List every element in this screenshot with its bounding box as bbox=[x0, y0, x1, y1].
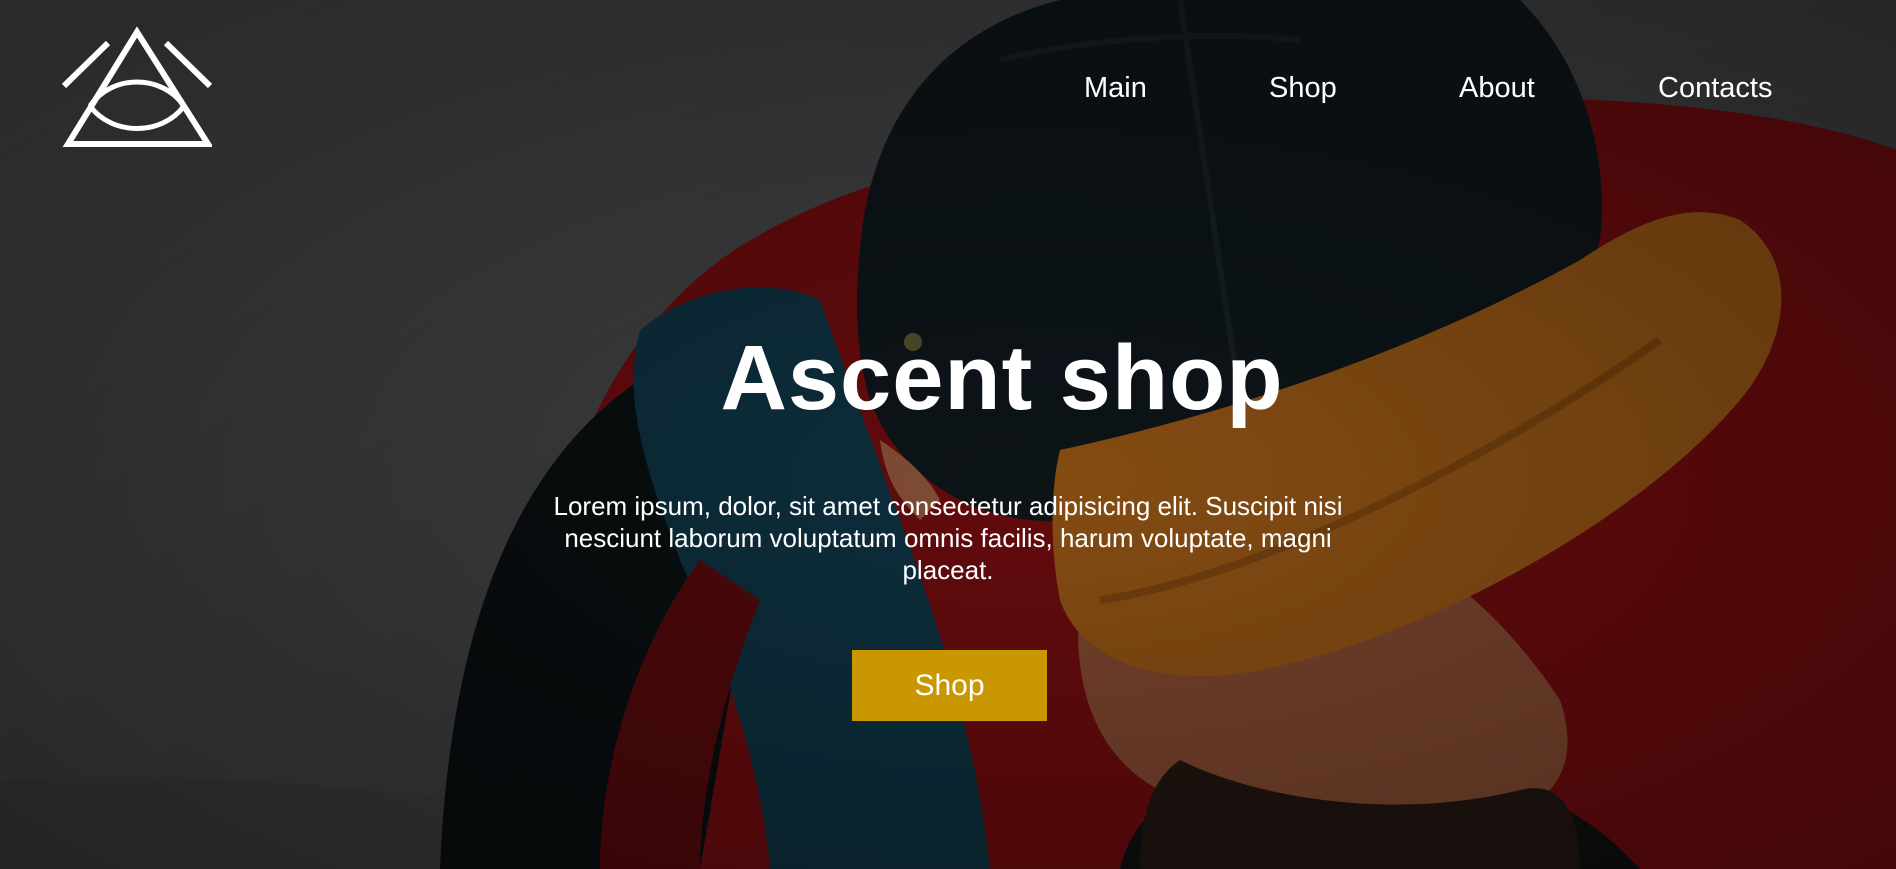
hero-overlay bbox=[0, 0, 1896, 869]
hero-section: Main Shop About Contacts Ascent shop Lor… bbox=[0, 0, 1896, 869]
hero-description: Lorem ipsum, dolor, sit amet consectetur… bbox=[553, 491, 1343, 585]
main-nav: Main Shop About Contacts bbox=[0, 70, 1896, 110]
nav-link-shop[interactable]: Shop bbox=[1269, 70, 1337, 106]
hero-title-text: Ascent shop bbox=[720, 327, 1284, 429]
nav-link-main[interactable]: Main bbox=[1084, 70, 1147, 106]
shop-button[interactable]: Shop bbox=[852, 650, 1047, 721]
hero-title: Ascent shop bbox=[0, 323, 1896, 433]
nav-link-about[interactable]: About bbox=[1459, 70, 1535, 106]
nav-link-contacts[interactable]: Contacts bbox=[1658, 70, 1772, 106]
